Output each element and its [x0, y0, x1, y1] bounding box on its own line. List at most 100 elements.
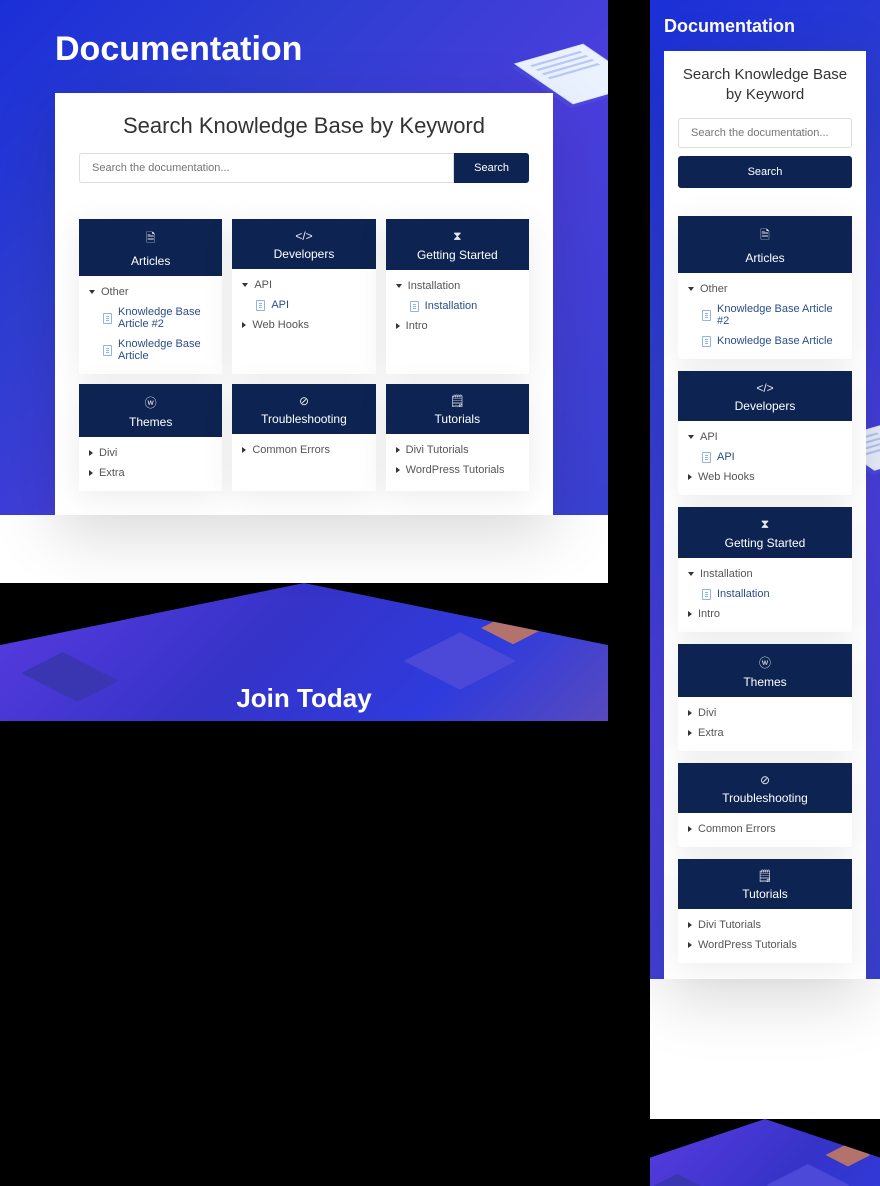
kb-item-label: Divi [99, 447, 117, 459]
kb-card-header: </>Developers [232, 219, 375, 269]
chevron-right-icon [396, 447, 400, 453]
kb-card-title: Themes [743, 675, 786, 689]
kb-category-expanded[interactable]: Other [89, 282, 212, 302]
kb-item-label: API [254, 279, 272, 291]
chevron-down-icon [688, 435, 694, 439]
code-icon: </> [686, 381, 844, 395]
kb-category-collapsed[interactable]: Intro [688, 604, 842, 624]
search-button[interactable]: Search [454, 153, 529, 183]
kb-category-collapsed[interactable]: Web Hooks [688, 467, 842, 487]
kb-item-label: Knowledge Base Article #2 [717, 303, 842, 327]
kb-category-collapsed[interactable]: WordPress Tutorials [396, 460, 519, 480]
kb-article-link[interactable]: Knowledge Base Article [89, 334, 212, 366]
kb-card-body: Installation Installation Intro [386, 270, 529, 344]
kb-category-expanded[interactable]: Installation [688, 564, 842, 584]
kb-item-label: Installation [425, 300, 478, 312]
kb-card: ⓦ Themes Divi Extra [678, 644, 852, 751]
triangle-spacer [0, 515, 608, 583]
cube-decoration [404, 632, 516, 689]
kb-card-header: 🗒Tutorials [678, 859, 852, 909]
kb-category-collapsed[interactable]: Divi Tutorials [396, 440, 519, 460]
alert-icon: ⊘ [240, 394, 367, 408]
kb-grid: 🗎ArticlesOtherKnowledge Base Article #2K… [79, 219, 529, 491]
kb-category-collapsed[interactable]: Divi [688, 703, 842, 723]
chevron-right-icon [688, 474, 692, 480]
document-icon [702, 310, 711, 321]
hero-section: Documentation Search Knowledge Base by K… [0, 0, 608, 515]
kb-article-link[interactable]: Installation [688, 584, 842, 604]
kb-card-header: 🗎Articles [79, 219, 222, 276]
kb-item-label: Extra [99, 467, 125, 479]
wordpress-icon: ⓦ [686, 654, 844, 671]
chevron-down-icon [688, 287, 694, 291]
kb-category-collapsed[interactable]: Web Hooks [242, 315, 365, 335]
kb-card-title: Troubleshooting [261, 412, 347, 426]
kb-article-link[interactable]: API [242, 295, 365, 315]
search-card: Search Knowledge Base by Keyword Search … [664, 51, 866, 979]
chevron-right-icon [688, 942, 692, 948]
kb-article-link[interactable]: Knowledge Base Article #2 [688, 299, 842, 331]
kb-card: ⓦThemes Divi Extra [79, 384, 222, 491]
kb-card-body: Installation Installation Intro [678, 558, 852, 632]
kb-card-header: 🗎Articles [678, 216, 852, 273]
clipboard-icon: 🗒 [394, 394, 521, 408]
alert-icon: ⊘ [686, 773, 844, 787]
chevron-right-icon [688, 922, 692, 928]
kb-card: 🗎ArticlesOtherKnowledge Base Article #2K… [79, 219, 222, 374]
kb-category-collapsed[interactable]: Extra [89, 463, 212, 483]
kb-category-expanded[interactable]: Other [688, 279, 842, 299]
chevron-right-icon [688, 611, 692, 617]
kb-item-label: Common Errors [698, 823, 776, 835]
kb-card-body: OtherKnowledge Base Article #2Knowledge … [79, 276, 222, 374]
chevron-right-icon [688, 730, 692, 736]
isometric-decoration [650, 1119, 880, 1186]
kb-category-collapsed[interactable]: Common Errors [242, 440, 365, 460]
chevron-down-icon [242, 283, 248, 287]
kb-card: ⧗Getting StartedInstallationInstallation… [386, 219, 529, 374]
kb-item-label: Divi [698, 707, 716, 719]
kb-card-body: Divi Tutorials WordPress Tutorials [386, 434, 529, 488]
chevron-right-icon [688, 710, 692, 716]
kb-category-collapsed[interactable]: Divi Tutorials [688, 915, 842, 935]
kb-article-link[interactable]: Knowledge Base Article [688, 331, 842, 351]
kb-item-label: Installation [408, 280, 461, 292]
kb-article-link[interactable]: API [688, 447, 842, 467]
kb-article-link[interactable]: Knowledge Base Article #2 [89, 302, 212, 334]
kb-category-collapsed[interactable]: Intro [396, 316, 519, 336]
kb-card-title: Tutorials [742, 887, 788, 901]
kb-category-collapsed[interactable]: Divi [89, 443, 212, 463]
page-title: Documentation [664, 16, 866, 37]
kb-item-label: WordPress Tutorials [406, 464, 505, 476]
kb-card: 🗎Articles Other Knowledge Base Article #2 K… [678, 216, 852, 359]
kb-category-collapsed[interactable]: Common Errors [688, 819, 842, 839]
search-input[interactable] [79, 153, 454, 183]
cube-decoration [767, 1164, 849, 1186]
kb-item-label: Other [700, 283, 728, 295]
kb-card-title: Getting Started [725, 536, 806, 550]
document-icon [702, 336, 711, 347]
kb-item-label: Intro [406, 320, 428, 332]
document-icon [410, 301, 419, 312]
kb-item-label: Knowledge Base Article [717, 335, 833, 347]
kb-item-label: Installation [717, 588, 770, 600]
hourglass-icon: ⧗ [686, 517, 844, 532]
kb-category-expanded[interactable]: API [242, 275, 365, 295]
kb-card-header: ⊘ Troubleshooting [232, 384, 375, 434]
kb-item-label: Common Errors [252, 444, 330, 456]
kb-category-expanded[interactable]: Installation [396, 276, 519, 296]
chevron-down-icon [688, 572, 694, 576]
kb-category-collapsed[interactable]: Extra [688, 723, 842, 743]
search-button[interactable]: Search [678, 156, 852, 188]
kb-card-header: ⧗ Getting Started [678, 507, 852, 558]
kb-category-collapsed[interactable]: WordPress Tutorials [688, 935, 842, 955]
chevron-right-icon [89, 450, 93, 456]
kb-item-label: API [271, 299, 289, 311]
kb-category-expanded[interactable]: API [688, 427, 842, 447]
kb-article-link[interactable]: Installation [396, 296, 519, 316]
hero-section: Documentation Search Knowledge Base by K… [650, 0, 880, 979]
document-icon [256, 300, 265, 311]
kb-card-header: ⓦThemes [79, 384, 222, 437]
search-input[interactable] [678, 118, 852, 148]
search-card: Search Knowledge Base by Keyword Search … [55, 93, 553, 515]
document-icon [702, 589, 711, 600]
